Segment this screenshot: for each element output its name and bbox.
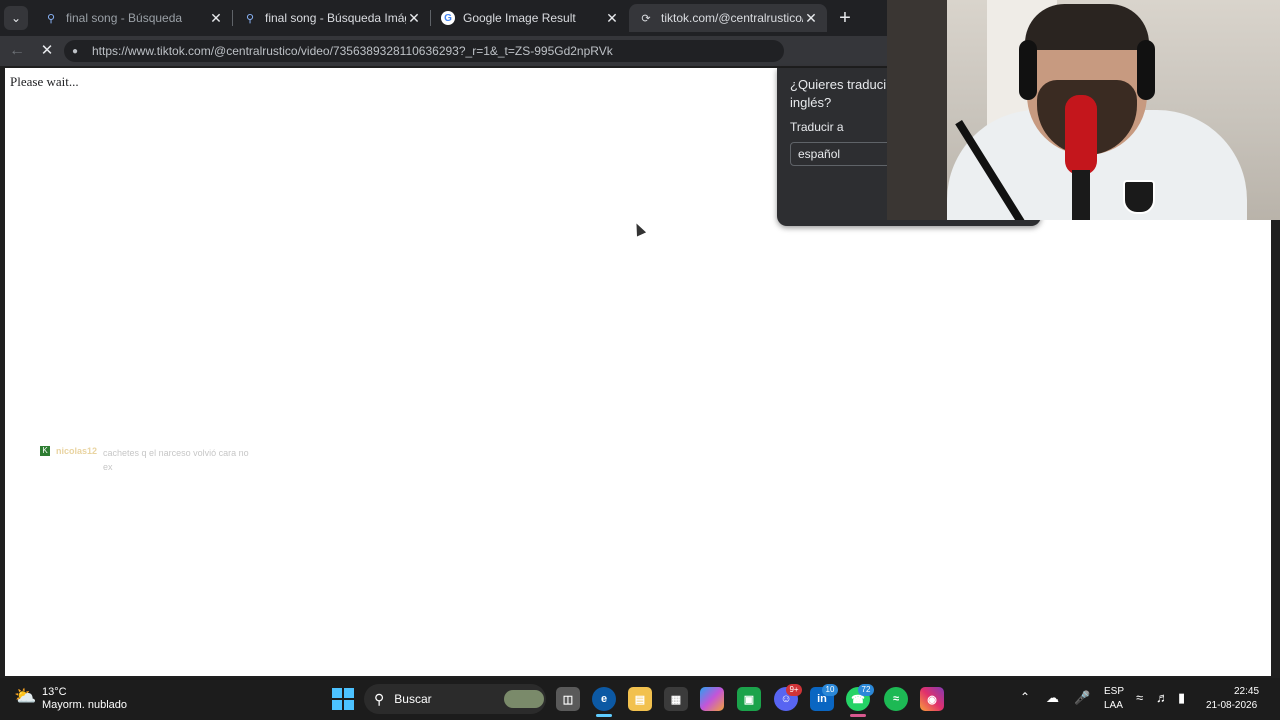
search-label: Buscar	[394, 692, 432, 706]
input-language[interactable]: ESP	[1104, 686, 1124, 697]
tab-title: Google Image Result	[463, 11, 576, 25]
translate-question: ¿Quieres traduci inglés?	[790, 76, 890, 112]
onedrive-cloud-icon[interactable]: ☁	[1046, 690, 1059, 706]
instagram-icon[interactable]: ◉	[920, 687, 944, 711]
close-icon[interactable]: ✕	[604, 10, 620, 27]
back-arrow-icon[interactable]: ←	[8, 42, 26, 60]
google-g-icon: G	[441, 11, 455, 25]
linkedin-notification-badge: 10	[822, 684, 838, 696]
clock-date[interactable]: 21-08-2026	[1206, 700, 1257, 711]
active-app-indicator	[596, 714, 612, 717]
weather-cloudy-icon[interactable]: ⛅	[14, 686, 38, 706]
tab-title: tiktok.com/@centralrustico/video/	[661, 11, 803, 25]
club-crest	[1123, 180, 1155, 214]
wifi-icon[interactable]: ≈	[1136, 690, 1143, 705]
tab-final-song-search[interactable]: ⚲ final song - Búsqueda ✕	[34, 4, 232, 32]
mic-mount	[1072, 170, 1090, 220]
task-view-icon[interactable]: ◫	[556, 687, 580, 711]
stream-chat-message: K nicolas12 cachetes q el narceso volvió…	[40, 446, 253, 474]
volume-icon[interactable]: ♬	[1156, 690, 1169, 705]
copilot-icon[interactable]	[700, 687, 724, 711]
whatsapp-notification-badge: 72	[858, 684, 874, 696]
translate-question-line2: inglés?	[790, 95, 832, 110]
loading-message: Please wait...	[10, 74, 79, 89]
search-highlight-image-icon[interactable]	[504, 690, 544, 708]
clock-time[interactable]: 22:45	[1234, 686, 1259, 697]
show-hidden-icons-chevron-icon[interactable]: ⌃	[1020, 690, 1030, 704]
webcam-background	[887, 0, 947, 220]
search-icon: ⚲	[245, 12, 255, 25]
battery-icon[interactable]: ▮	[1178, 690, 1185, 706]
headphones	[1137, 40, 1155, 100]
weather-description[interactable]: Mayorm. nublado	[42, 699, 127, 711]
tab-title: final song - Búsqueda	[66, 11, 183, 25]
streamer-hair	[1025, 4, 1149, 50]
search-icon: ⚲	[46, 12, 56, 25]
file-explorer-icon[interactable]: ▤	[628, 687, 652, 711]
discord-notification-badge: 9+	[786, 684, 802, 696]
close-icon[interactable]: ✕	[406, 10, 422, 27]
streaming-app-icon[interactable]: ▣	[737, 687, 761, 711]
weather-temperature[interactable]: 13°C	[42, 686, 67, 698]
tab-final-song-images[interactable]: ⚲ final song - Búsqueda Imágenes ✕	[233, 4, 430, 32]
headphones	[1019, 40, 1037, 100]
close-icon[interactable]: ✕	[803, 10, 819, 27]
spotify-icon[interactable]: ≈	[884, 687, 908, 711]
kick-icon: K	[40, 446, 50, 456]
active-app-indicator	[850, 714, 866, 717]
new-tab-plus-icon[interactable]: +	[834, 6, 856, 30]
microsoft-store-icon[interactable]: ▦	[664, 687, 688, 711]
translate-question-line1: ¿Quieres traduci	[790, 77, 887, 92]
url-text: https://www.tiktok.com/@centralrustico/v…	[92, 44, 613, 58]
tab-search-chevron-down-icon[interactable]: ⌄	[4, 6, 28, 30]
microphone	[1065, 95, 1097, 175]
webcam-overlay	[887, 0, 1280, 220]
site-info-icon[interactable]: ●	[72, 46, 86, 57]
tab-tiktok-active[interactable]: ⟳ tiktok.com/@centralrustico/video/ ✕	[629, 4, 827, 32]
chat-username: nicolas12	[56, 446, 98, 456]
windows-start-icon[interactable]	[332, 688, 354, 710]
chat-text: cachetes q el narceso volvió cara no ex	[103, 448, 249, 472]
search-icon: ⚲	[374, 690, 385, 707]
tab-google-image-result[interactable]: G Google Image Result ✕	[431, 4, 628, 32]
close-icon[interactable]: ✕	[208, 10, 224, 27]
microphone-icon[interactable]: 🎤	[1074, 690, 1090, 706]
tab-title: final song - Búsqueda Imágenes	[265, 11, 406, 25]
address-bar[interactable]: ● https://www.tiktok.com/@centralrustico…	[64, 40, 784, 62]
input-layout[interactable]: LAA	[1104, 700, 1123, 711]
translate-to-label: Traducir a	[790, 120, 844, 134]
loading-spinner-icon: ⟳	[641, 12, 651, 25]
stop-loading-icon[interactable]: ✕	[38, 42, 56, 60]
edge-browser-icon[interactable]: e	[592, 687, 616, 711]
